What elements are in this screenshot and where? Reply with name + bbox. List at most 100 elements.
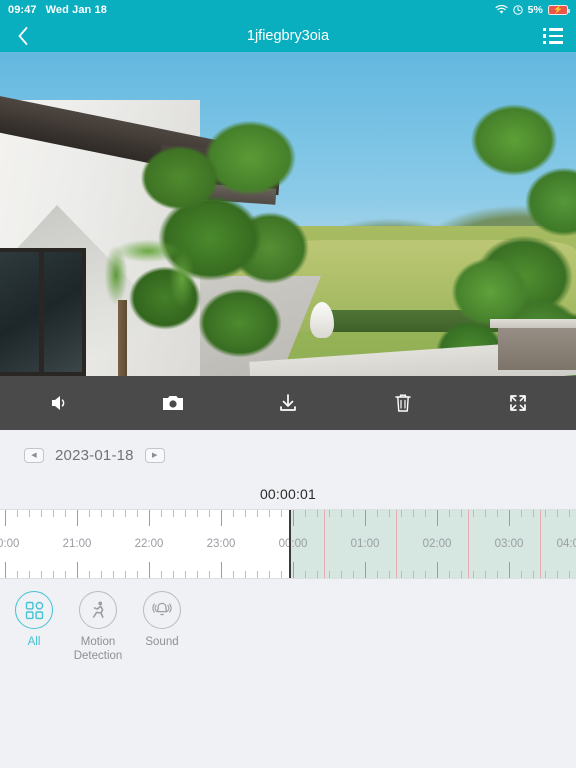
timeline-tick — [293, 562, 294, 578]
timeline-tick — [497, 571, 498, 578]
menu-button[interactable] — [530, 20, 576, 52]
event-marker — [540, 510, 541, 578]
volume-button[interactable] — [0, 376, 115, 430]
timeline-tick — [293, 510, 294, 526]
status-date: Wed Jan 18 — [45, 4, 107, 16]
filter-all[interactable]: All — [4, 591, 64, 664]
timeline-tick — [365, 510, 366, 526]
fullscreen-button[interactable] — [461, 376, 576, 430]
player-toolbar — [0, 376, 576, 430]
filter-all-circle — [15, 591, 53, 629]
timeline-time-label: 21:00 — [62, 538, 92, 550]
timeline-time-label: 04:00 — [556, 538, 576, 550]
video-garden-sculpture — [310, 302, 334, 338]
date-navigation: ◀ 2023-01-18 ▶ — [0, 430, 576, 480]
battery-charging-icon: ⚡ — [548, 5, 570, 15]
snapshot-button[interactable] — [115, 376, 230, 430]
timeline-tick — [377, 510, 378, 517]
timeline-scrubber[interactable]: 20:00 21:00 22:00 23:00 00:00 01:00 02:00 03:00… — [0, 509, 576, 579]
timeline-tick — [317, 571, 318, 578]
timeline-tick — [521, 510, 522, 517]
timeline-tick — [389, 510, 390, 517]
timeline-tick — [425, 510, 426, 517]
timeline-time-label: 22:00 — [134, 538, 164, 550]
timeline-tick — [209, 510, 210, 517]
timeline-tick — [41, 510, 42, 517]
timeline-tick — [149, 562, 150, 578]
timeline-tick — [281, 571, 282, 578]
timeline-tick — [17, 571, 18, 578]
timeline-tick — [17, 510, 18, 517]
timeline-tick — [497, 510, 498, 517]
filter-sound-circle — [143, 591, 181, 629]
timeline-tick — [473, 571, 474, 578]
timeline-tick — [557, 510, 558, 517]
timeline-tick — [149, 510, 150, 526]
next-day-button[interactable]: ▶ — [144, 447, 165, 463]
timeline-tick — [533, 510, 534, 517]
timeline-tick — [233, 571, 234, 578]
event-marker — [396, 510, 397, 578]
timeline-tick — [569, 510, 570, 517]
timeline-tick — [197, 571, 198, 578]
timeline-tick — [77, 510, 78, 526]
timeline-tick — [185, 510, 186, 517]
timeline-tick — [41, 571, 42, 578]
timeline-tick — [269, 571, 270, 578]
timeline-section: 00:00:01 20:00 21:00 22:00 23:00 00:00 01:00 0… — [0, 480, 576, 579]
page-title: 1jfiegbry3oia — [246, 28, 330, 44]
timeline-tick — [221, 510, 222, 526]
timeline-tick — [197, 510, 198, 517]
timeline-tick — [473, 510, 474, 517]
timeline-tick — [341, 571, 342, 578]
filter-sound[interactable]: Sound — [132, 591, 192, 664]
timeline-tick — [485, 571, 486, 578]
timeline-tick — [281, 510, 282, 517]
back-button[interactable] — [0, 20, 46, 52]
timeline-tick — [425, 571, 426, 578]
timeline-tick — [77, 562, 78, 578]
timeline-tick — [485, 510, 486, 517]
selected-date: 2023-01-18 — [55, 446, 134, 464]
video-window-divider — [39, 252, 44, 372]
timeline-tick — [245, 571, 246, 578]
previous-day-button[interactable]: ◀ — [24, 447, 44, 463]
timeline-tick — [221, 562, 222, 578]
video-player[interactable] — [0, 52, 576, 376]
event-marker — [468, 510, 469, 578]
prev-arrow-icon: ◀ — [31, 451, 37, 459]
timeline-tick — [161, 510, 162, 517]
timeline-time-label: 00:00 — [278, 538, 308, 550]
timeline-tick — [341, 510, 342, 517]
timeline-tick — [245, 510, 246, 517]
timeline-tick — [449, 571, 450, 578]
timeline-tick — [461, 571, 462, 578]
timeline-tick — [185, 571, 186, 578]
timeline-tick — [5, 562, 6, 578]
filter-motion-detection[interactable]: Motion Detection — [68, 591, 128, 664]
download-button[interactable] — [230, 376, 345, 430]
timeline-tick — [437, 562, 438, 578]
timeline-tick — [269, 510, 270, 517]
timeline-tick — [65, 510, 66, 517]
timeline-tick — [317, 510, 318, 517]
timeline-tick — [29, 571, 30, 578]
timeline-tick — [353, 510, 354, 517]
next-arrow-icon: ▶ — [152, 451, 158, 459]
video-window — [0, 248, 86, 376]
timeline-time-label: 02:00 — [422, 538, 452, 550]
timeline-playhead[interactable] — [289, 510, 291, 578]
timeline-tick — [449, 510, 450, 517]
timeline-tick — [89, 571, 90, 578]
timeline-tick — [257, 571, 258, 578]
timeline-tick — [413, 571, 414, 578]
timeline-tick — [113, 510, 114, 517]
playback-timestamp: 00:00:01 — [259, 486, 317, 502]
timeline-tick — [461, 510, 462, 517]
status-bar: 09:47 Wed Jan 18 5% ⚡ — [0, 0, 576, 20]
delete-button[interactable] — [346, 376, 461, 430]
running-person-icon — [92, 601, 104, 618]
video-palm-trunk — [118, 300, 127, 376]
video-wall-cap — [490, 319, 576, 328]
chevron-left-icon — [18, 27, 28, 45]
